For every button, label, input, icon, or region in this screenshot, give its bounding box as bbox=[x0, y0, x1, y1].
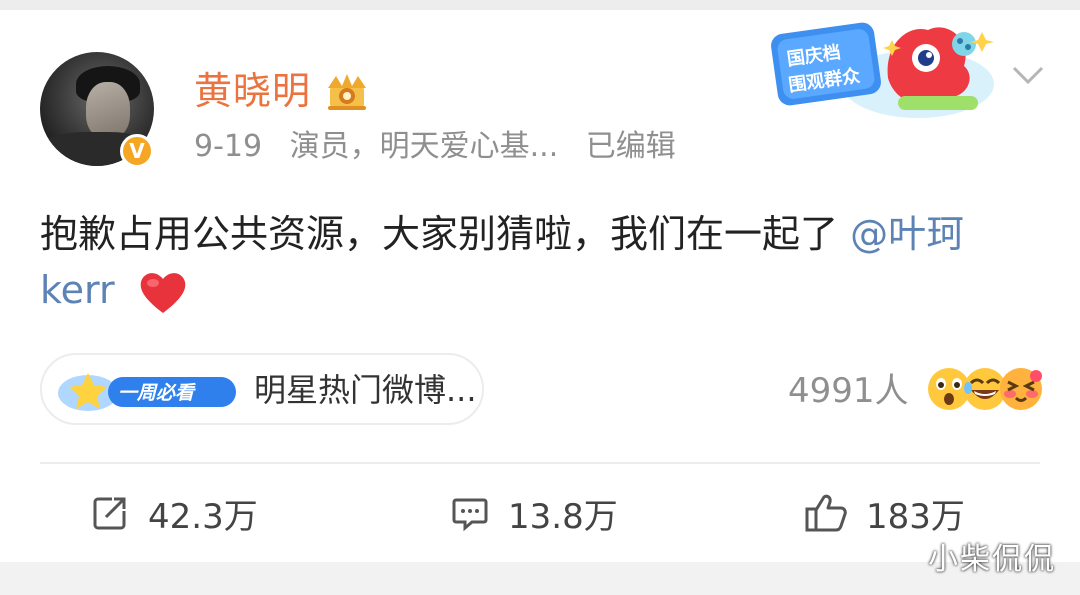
post-edited: 已编辑 bbox=[585, 129, 676, 164]
verified-v-icon: V bbox=[120, 134, 154, 168]
weibo-post-card: V 黄晓明 9-19 演员，明天爱心基... 已编辑 国庆档 围观群众 抱歉占用… bbox=[0, 0, 1080, 562]
actions-divider bbox=[40, 462, 1040, 464]
post-date: 9-19 bbox=[194, 129, 263, 164]
blushing-emoji-icon[interactable] bbox=[998, 366, 1044, 412]
top-divider bbox=[0, 0, 1080, 10]
hot-label: 明星热门微博... bbox=[254, 371, 477, 409]
username[interactable]: 黄晓明 bbox=[194, 68, 311, 114]
comment-count: 13.8万 bbox=[508, 496, 618, 537]
heart-icon bbox=[140, 272, 186, 313]
repost-icon bbox=[93, 497, 126, 530]
crown-icon[interactable] bbox=[322, 72, 372, 112]
chevron-down-icon[interactable] bbox=[1008, 60, 1048, 90]
post-text: 抱歉占用公共资源，大家别猜啦，我们在一起了 @叶珂 kerr bbox=[40, 206, 1030, 318]
holiday-sticker[interactable]: 国庆档 围观群众 bbox=[768, 14, 998, 124]
post-body: 抱歉占用公共资源，大家别猜啦，我们在一起了 bbox=[40, 212, 851, 256]
comment-icon bbox=[452, 498, 488, 532]
like-button[interactable]: 183万 bbox=[804, 488, 965, 538]
comment-button[interactable]: 13.8万 bbox=[450, 488, 618, 538]
hot-weibo-pill[interactable]: 一周必看 明星热门微博... bbox=[40, 353, 484, 425]
hot-badge-label: 一周必看 bbox=[118, 382, 196, 404]
repost-count: 42.3万 bbox=[148, 496, 258, 537]
thumbs-up-icon bbox=[805, 494, 847, 532]
reaction-count[interactable]: 4991人 bbox=[788, 370, 909, 412]
like-count: 183万 bbox=[866, 496, 965, 537]
avatar-face bbox=[86, 82, 130, 138]
watermark: 小柴侃侃 bbox=[928, 542, 1056, 577]
weekly-must-see-badge: 一周必看 bbox=[58, 373, 236, 411]
post-meta: 9-19 演员，明天爱心基... 已编辑 bbox=[194, 128, 694, 166]
post-source[interactable]: 演员，明天爱心基... bbox=[290, 129, 559, 164]
repost-button[interactable]: 42.3万 bbox=[90, 488, 258, 538]
